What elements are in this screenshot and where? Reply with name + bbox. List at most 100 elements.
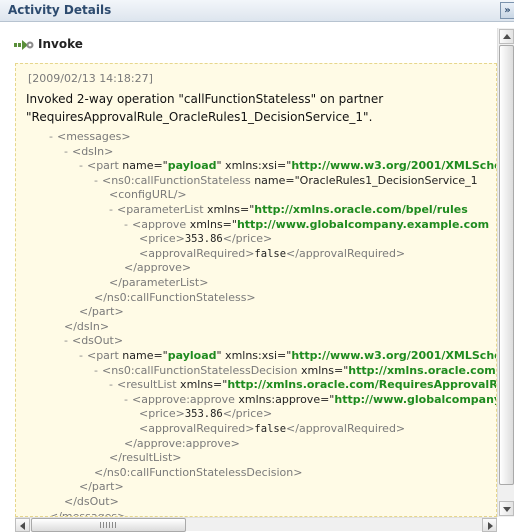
horizontal-scroll-thumb[interactable]: [31, 518, 186, 532]
xml-attribute: name=": [250, 173, 300, 187]
xml-attribute-value: http://www.w3.org/2001/XMLSchema-instanc…: [291, 349, 497, 362]
xml-attribute: xmlns=": [203, 203, 255, 216]
xml-tag: </resultList>: [109, 451, 182, 465]
xml-tag: </parameterList>: [109, 276, 209, 289]
scroll-down-button[interactable]: [499, 501, 514, 516]
xml-line: <approvalRequired>false</approvalRequire…: [139, 247, 405, 261]
xml-line: <configURL/>: [109, 188, 187, 202]
xml-tag: <price>: [139, 232, 185, 246]
xml-tag: </dsIn>: [64, 319, 110, 333]
xml-tag: </ns0:callFunctionStatelessDecision>: [94, 465, 303, 479]
xml-line: - <dsOut>: [64, 334, 123, 348]
activity-label: Invoke: [38, 37, 83, 51]
scroll-up-button[interactable]: [499, 29, 514, 44]
collapse-toggle[interactable]: -: [64, 145, 68, 158]
xml-tag: <approvalRequired>: [139, 246, 255, 260]
xml-attribute: name=": [118, 349, 168, 362]
xml-line: - <messages>: [49, 130, 131, 144]
xml-attribute: " xmlns:xsi=": [216, 349, 292, 362]
invoke-icon: [14, 40, 34, 50]
collapse-toggle[interactable]: -: [79, 349, 83, 362]
arrow-down-icon: [503, 507, 511, 512]
xml-line: </resultList>: [109, 451, 182, 465]
xml-text-value: 353.86: [184, 233, 223, 246]
xml-tag: </price>: [222, 232, 273, 246]
xml-attribute-value: payload: [167, 159, 217, 173]
xml-tag: </messages>: [49, 509, 127, 517]
xml-text-value: false: [254, 423, 287, 435]
collapse-toggle[interactable]: -: [49, 130, 53, 143]
xml-attribute: xmlns=": [297, 363, 349, 377]
xml-tag: <dsIn>: [71, 144, 114, 158]
xml-tag: <approvalRequired>: [139, 422, 255, 435]
xml-tag: <messages>: [56, 130, 131, 143]
xml-line: </parameterList>: [109, 276, 208, 290]
message-line-2: "RequiresApprovalRule_OracleRules1_Decis…: [26, 110, 373, 124]
xml-tag: <price>: [139, 407, 185, 421]
xml-attribute-value: http://xmlns.oracle.com/RequiresApproval…: [227, 378, 497, 392]
xml-attribute: name=": [118, 159, 168, 173]
xml-attribute: xmlns=": [186, 217, 237, 231]
xml-line: </part>: [79, 480, 124, 494]
xml-attribute-value: http://www.w3.org/2001/XMLSchema-instanc…: [291, 159, 497, 173]
xml-line: - <ns0:callFunctionStateless name="Oracle…: [94, 174, 478, 188]
xml-line: </dsOut>: [64, 495, 119, 509]
xml-tag: </part>: [79, 305, 124, 319]
xml-attribute: " xmlns:xsi=": [216, 159, 292, 173]
timestamp: [2009/02/13 14:18:27]: [28, 72, 153, 85]
activity-detail-box: [2009/02/13 14:18:27] Invoked 2-way oper…: [15, 63, 497, 517]
xml-tag: </approvalRequired>: [286, 246, 406, 260]
xml-line: - <dsIn>: [64, 145, 113, 159]
xml-attribute-value: http://www.globalcompany.example.com: [236, 217, 490, 231]
xml-tag: </price>: [222, 407, 273, 421]
horizontal-scrollbar[interactable]: [15, 517, 497, 532]
collapse-toggle[interactable]: -: [109, 203, 113, 216]
xml-line: </dsIn>: [64, 320, 109, 334]
xml-attribute-value: OracleRules1_DecisionService_1: [299, 173, 478, 187]
collapse-toggle[interactable]: -: [94, 364, 98, 377]
arrow-left-icon: [20, 522, 25, 530]
collapse-panel-button[interactable]: »: [500, 2, 514, 19]
xml-tag: <approve:approve: [131, 392, 235, 406]
xml-tag: <part: [86, 159, 119, 173]
xml-tag: </part>: [79, 480, 124, 494]
grip-icon: [100, 522, 116, 528]
xml-line: <price>353.86</price>: [139, 232, 272, 246]
panel-header: Activity Details »: [0, 0, 514, 22]
collapse-toggle[interactable]: -: [109, 378, 113, 391]
xml-line: - <approve xmlns="http://www.globalcompan…: [124, 218, 489, 232]
xml-line: </part>: [79, 305, 124, 319]
arrow-right-icon: [488, 522, 493, 530]
collapse-toggle[interactable]: -: [124, 218, 128, 231]
xml-line: </approve>: [124, 261, 191, 275]
xml-line: <approvalRequired>false</approvalRequire…: [139, 422, 405, 436]
vertical-scroll-thumb[interactable]: [499, 45, 514, 485]
xml-tag: </approvalRequired>: [286, 422, 406, 435]
message-line-1: Invoked 2-way operation "callFunctionSta…: [26, 92, 384, 106]
xml-line: </messages>: [49, 509, 127, 517]
xml-tag: <ns0:callFunctionStateless: [101, 173, 251, 187]
xml-tag: </dsOut>: [64, 495, 119, 508]
scroll-left-button[interactable]: [15, 518, 30, 532]
xml-tag: <configURL/>: [109, 188, 187, 202]
scroll-right-button[interactable]: [482, 518, 497, 532]
xml-text-value: false: [254, 247, 287, 260]
xml-attribute: xmlns=": [176, 378, 228, 392]
xml-line: - <approve:approve xmlns:approve="http://…: [124, 392, 496, 407]
xml-line: </ns0:callFunctionStateless>: [94, 291, 256, 305]
xml-tag: <parameterList: [116, 203, 204, 216]
collapse-toggle[interactable]: -: [94, 174, 98, 187]
collapse-toggle[interactable]: -: [124, 393, 128, 406]
collapse-toggle[interactable]: -: [79, 159, 83, 172]
xml-tag: <resultList: [116, 378, 177, 392]
xml-line: - <parameterList xmlns="http://xmlns.orac…: [109, 203, 468, 217]
xml-line: </ns0:callFunctionStatelessDecision>: [94, 466, 302, 480]
xml-tag: <part: [86, 349, 119, 362]
xml-tag: </approve>: [124, 261, 192, 275]
vertical-scrollbar[interactable]: [497, 28, 514, 517]
collapse-toggle[interactable]: -: [64, 334, 68, 347]
xml-line: - <part name="payload" xmlns:xsi="http://…: [79, 349, 497, 363]
arrow-up-icon: [503, 34, 511, 39]
xml-attribute-value: http://xmlns.oracle.com/bpel/rules: [254, 203, 468, 216]
xml-text-value: 353.86: [184, 408, 223, 421]
